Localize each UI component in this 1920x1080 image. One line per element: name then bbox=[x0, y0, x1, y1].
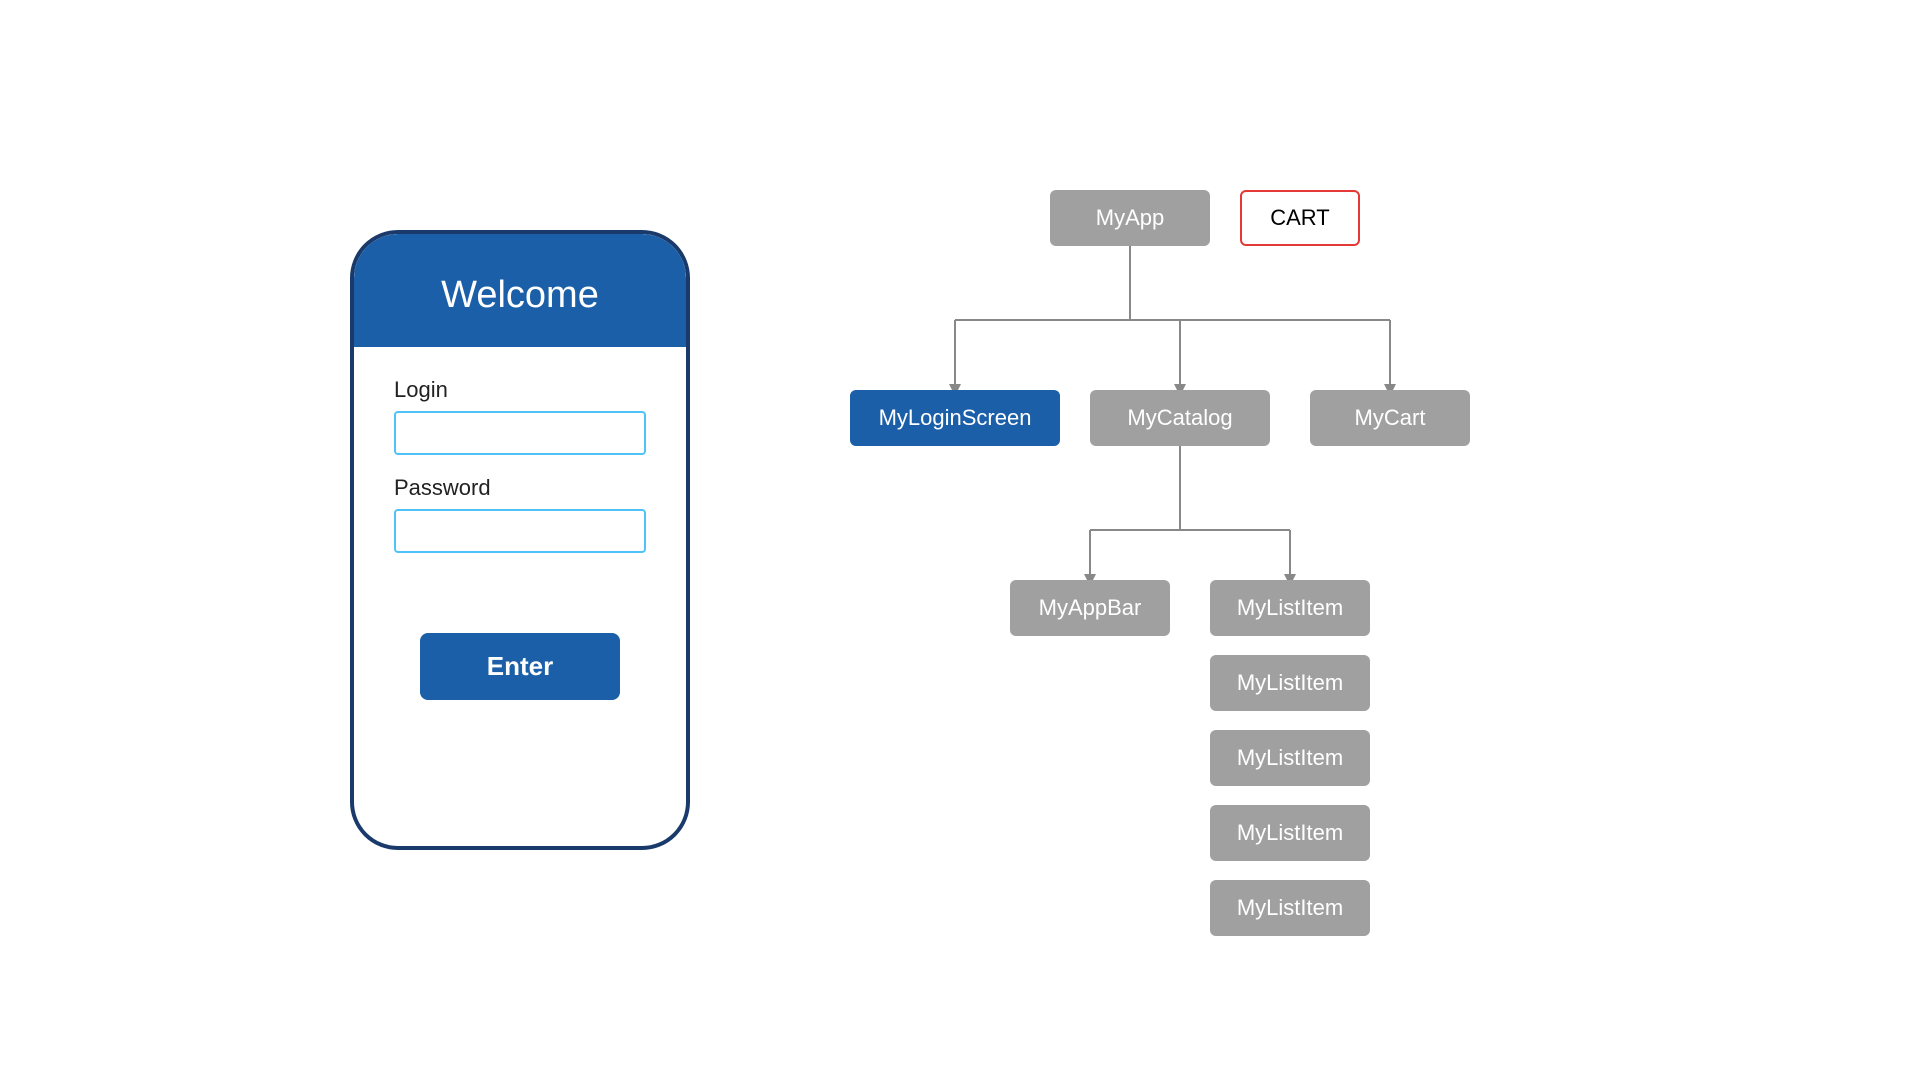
login-form-group: Login bbox=[394, 377, 646, 455]
password-input[interactable] bbox=[394, 509, 646, 553]
node-mycart: MyCart bbox=[1310, 390, 1470, 446]
node-mylistitem-3: MyListItem bbox=[1210, 730, 1370, 786]
node-mycatalog: MyCatalog bbox=[1090, 390, 1270, 446]
tree-svg bbox=[850, 190, 1570, 890]
node-myappbar: MyAppBar bbox=[1010, 580, 1170, 636]
node-mylistitem-5: MyListItem bbox=[1210, 880, 1370, 936]
enter-button[interactable]: Enter bbox=[420, 633, 620, 700]
node-myloginscreen: MyLoginScreen bbox=[850, 390, 1060, 446]
phone-mockup: Welcome Login Password Enter bbox=[350, 230, 690, 850]
node-mylistitem-2: MyListItem bbox=[1210, 655, 1370, 711]
node-mylistitem-1: MyListItem bbox=[1210, 580, 1370, 636]
login-label: Login bbox=[394, 377, 646, 403]
password-form-group: Password bbox=[394, 475, 646, 553]
node-mylistitem-4: MyListItem bbox=[1210, 805, 1370, 861]
node-myapp: MyApp bbox=[1050, 190, 1210, 246]
main-container: Welcome Login Password Enter bbox=[0, 0, 1920, 1080]
node-cart: CART bbox=[1240, 190, 1360, 246]
phone-container: Welcome Login Password Enter bbox=[350, 230, 690, 850]
enter-btn-container: Enter bbox=[394, 633, 646, 700]
tree-diagram: MyApp CART MyLoginScreen MyCatalog MyCar… bbox=[850, 190, 1570, 890]
phone-header: Welcome bbox=[354, 234, 686, 347]
password-label: Password bbox=[394, 475, 646, 501]
phone-title: Welcome bbox=[441, 274, 599, 316]
phone-body: Login Password Enter bbox=[354, 347, 686, 846]
login-input[interactable] bbox=[394, 411, 646, 455]
